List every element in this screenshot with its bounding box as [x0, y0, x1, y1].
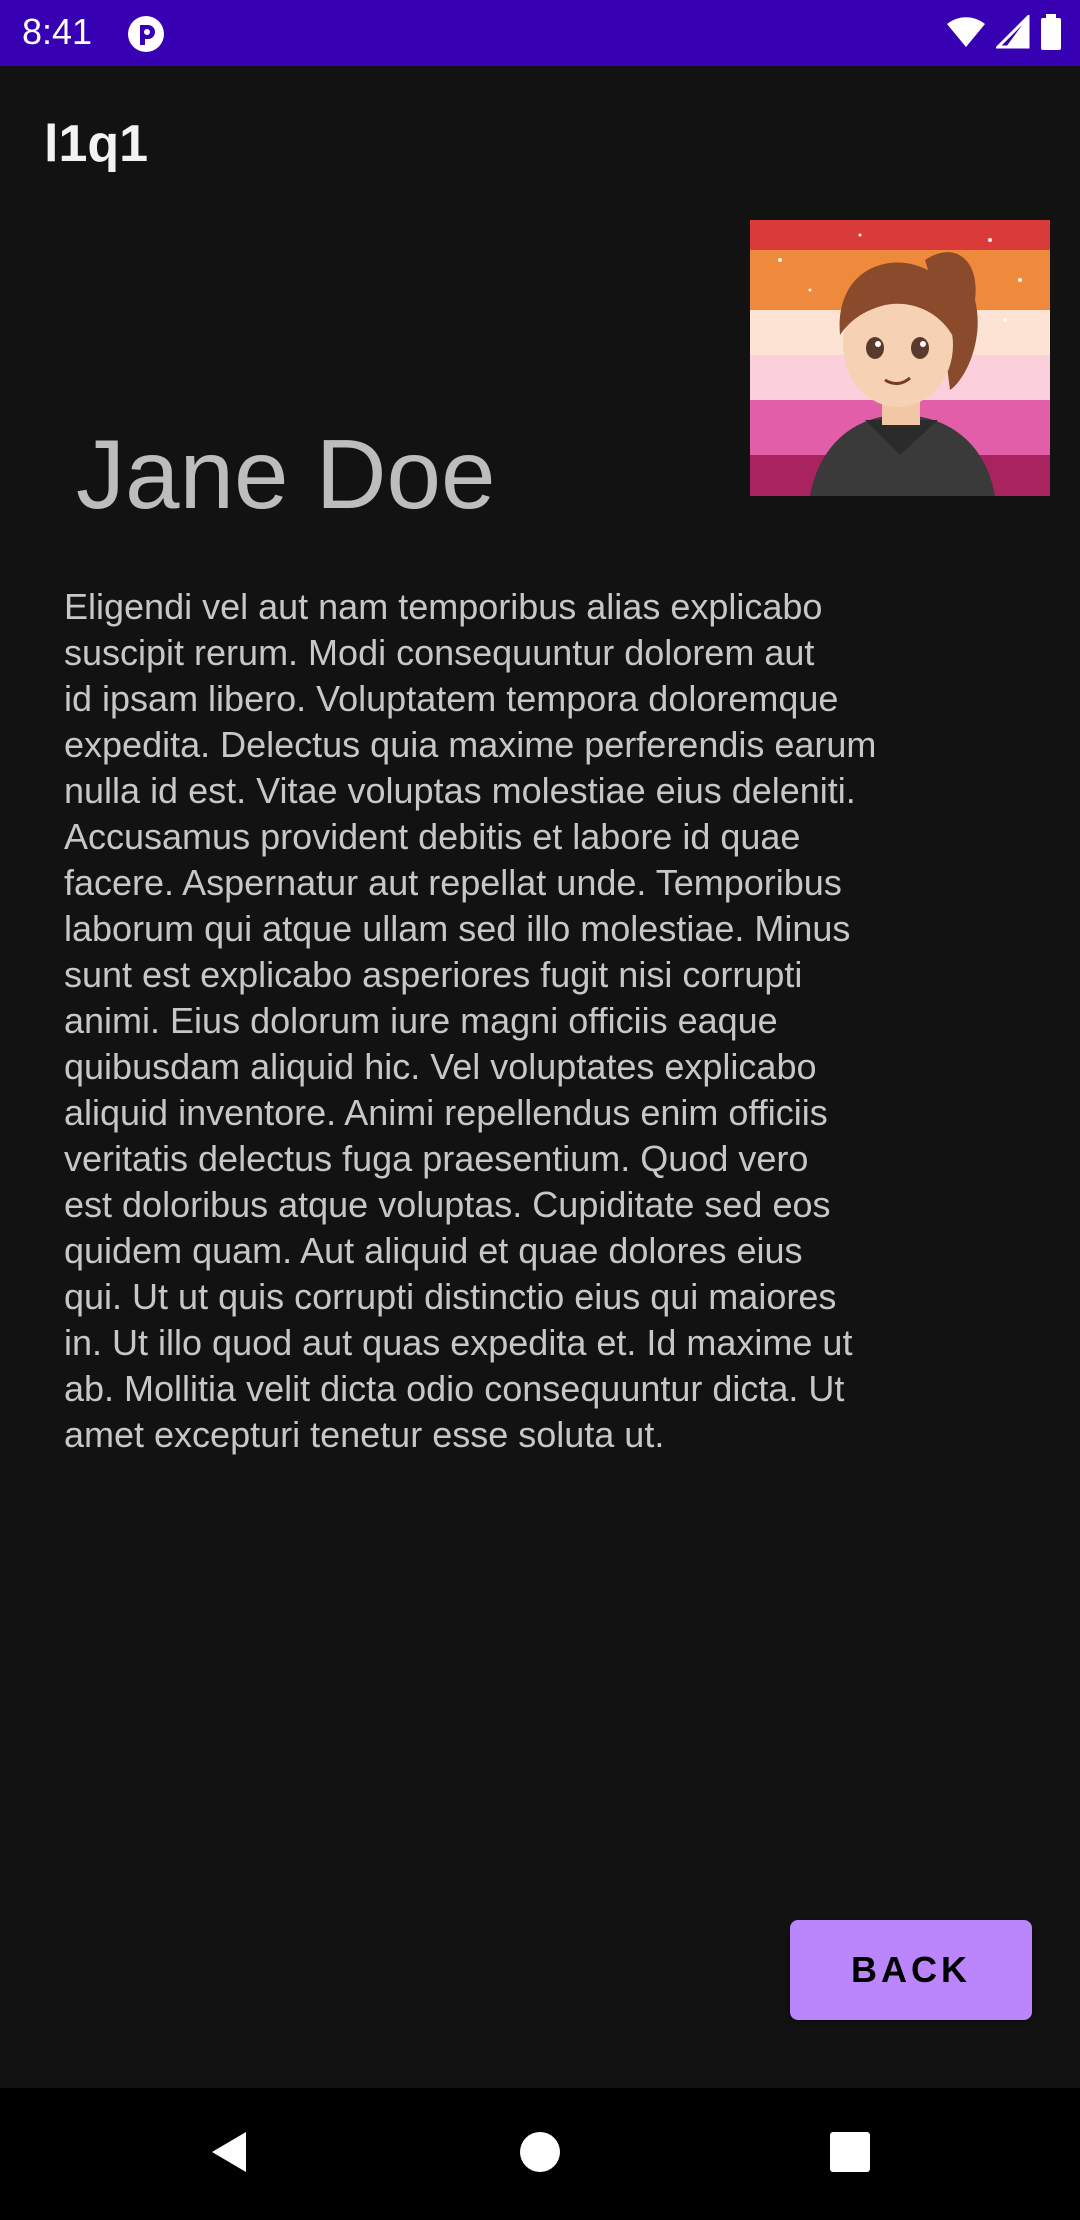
nav-back-button[interactable] — [196, 2122, 260, 2186]
app-title: l1q1 — [44, 115, 149, 173]
home-circle-icon — [518, 2130, 562, 2179]
status-bar: 8:41 — [0, 0, 1080, 66]
app-notification-icon — [126, 14, 166, 54]
bio-text: Eligendi vel aut nam temporibus alias ex… — [64, 586, 877, 1455]
nav-home-button[interactable] — [508, 2122, 572, 2186]
avatar-image — [750, 220, 1050, 496]
nav-recents-button[interactable] — [818, 2122, 882, 2186]
app-bar: l1q1 — [0, 66, 1080, 222]
status-time: 8:41 — [22, 11, 93, 52]
back-triangle-icon — [206, 2128, 250, 2181]
recents-square-icon — [829, 2131, 871, 2178]
navigation-bar — [0, 2088, 1080, 2220]
battery-icon — [1040, 13, 1062, 55]
wifi-icon — [946, 15, 986, 54]
profile-name: Jane Doe — [76, 419, 496, 529]
status-icons — [946, 12, 1062, 56]
cellular-signal-icon — [994, 12, 1030, 54]
back-button[interactable]: BACK — [790, 1920, 1032, 2020]
